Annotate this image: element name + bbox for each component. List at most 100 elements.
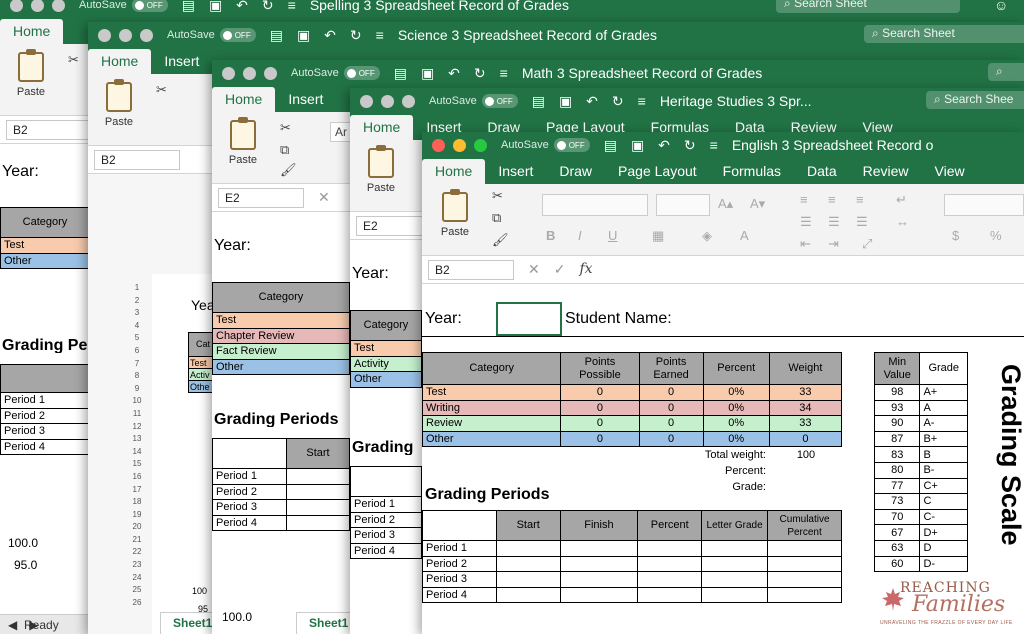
copy-icon[interactable]: ⧉	[280, 142, 289, 158]
points-possible[interactable]: 0	[560, 430, 640, 448]
undo-icon[interactable]: ↶	[324, 27, 336, 44]
fill-color-icon[interactable]: ◈	[702, 228, 712, 244]
minimize-button[interactable]	[31, 0, 44, 12]
category-cell[interactable]: Other	[212, 358, 350, 376]
sidebar-icon[interactable]: ▤	[532, 93, 545, 110]
name-box[interactable]: E2	[218, 187, 304, 208]
category-cell[interactable]: Other	[0, 252, 90, 270]
undo-icon[interactable]: ↶	[658, 137, 670, 154]
tab-home[interactable]: Home	[212, 87, 276, 112]
grade[interactable]: D+	[919, 524, 968, 541]
tab-home[interactable]: Home	[0, 19, 64, 44]
undo-icon[interactable]: ↶	[448, 65, 460, 82]
align-middle-icon[interactable]: ≡	[828, 192, 836, 207]
min-value[interactable]: 70	[873, 508, 921, 526]
underline-icon[interactable]: U	[608, 228, 617, 243]
align-top-icon[interactable]: ≡	[800, 192, 808, 207]
tab-insert[interactable]: Insert	[485, 159, 546, 184]
weight[interactable]: 33	[768, 415, 843, 432]
grade[interactable]: A	[919, 399, 968, 417]
points-earned[interactable]: 0	[638, 415, 704, 432]
search-input[interactable]: ⌕	[988, 63, 1024, 81]
copy-icon[interactable]: ⧉	[492, 210, 501, 226]
autosave-toggle[interactable]: AutoSave OFF	[167, 28, 256, 42]
weight[interactable]: 34	[768, 399, 843, 417]
sidebar-icon[interactable]: ▤	[270, 27, 283, 44]
font-name-select[interactable]	[542, 194, 648, 216]
close-button[interactable]	[432, 138, 445, 152]
name-box[interactable]: B2	[428, 259, 514, 280]
percent[interactable]: 0%	[702, 430, 770, 448]
increase-font-icon[interactable]: A▴	[718, 196, 733, 212]
points-earned[interactable]: 0	[638, 399, 704, 417]
customize-icon[interactable]: ≡	[376, 27, 384, 43]
autosave-toggle[interactable]: AutoSave OFF	[429, 94, 518, 108]
autosave-toggle[interactable]: AutoSave OFF	[79, 0, 168, 12]
align-bottom-icon[interactable]: ≡	[856, 192, 864, 207]
min-value[interactable]: 98	[873, 384, 921, 401]
points-possible[interactable]: 0	[560, 399, 640, 417]
decrease-font-icon[interactable]: A▾	[750, 196, 765, 212]
indent-decrease-icon[interactable]: ⇤	[800, 236, 811, 252]
min-value[interactable]: 93	[873, 399, 921, 417]
sidebar-icon[interactable]: ▤	[604, 137, 617, 154]
search-input[interactable]: ⌕ Search Shee	[926, 91, 1024, 109]
minimize-button[interactable]	[119, 28, 132, 42]
scroll-left-icon[interactable]: ◀	[8, 618, 17, 632]
name-box[interactable]: B2	[94, 149, 180, 170]
paste-button[interactable]: Paste	[8, 49, 54, 98]
cut-icon[interactable]: ✂	[156, 82, 167, 98]
zoom-button[interactable]	[52, 0, 65, 12]
minimize-button[interactable]	[453, 138, 466, 152]
italic-icon[interactable]: I	[578, 228, 582, 243]
min-value[interactable]: 90	[873, 415, 921, 432]
category-cell[interactable]: Activity	[350, 355, 422, 373]
period-label[interactable]: Period 3	[422, 571, 497, 588]
save-icon[interactable]: ▣	[297, 27, 310, 44]
points-possible[interactable]: 0	[560, 384, 640, 401]
selected-cell-b2[interactable]	[496, 302, 562, 336]
sidebar-icon[interactable]: ▤	[394, 65, 407, 82]
zoom-button[interactable]	[402, 94, 415, 108]
bold-icon[interactable]: B	[546, 228, 555, 243]
smiley-icon[interactable]: ☺	[994, 0, 1008, 13]
grade[interactable]: B-	[919, 461, 968, 479]
minimize-button[interactable]	[381, 94, 394, 108]
grade[interactable]: D-	[919, 555, 968, 573]
min-value[interactable]: 73	[873, 493, 921, 510]
undo-icon[interactable]: ↶	[236, 0, 248, 14]
number-format-select[interactable]	[944, 194, 1024, 216]
paste-button[interactable]: Paste	[358, 145, 404, 194]
grade[interactable]: C	[919, 493, 968, 510]
format-painter-icon[interactable]: 🖌	[280, 162, 297, 178]
grade[interactable]: B	[919, 446, 968, 463]
search-input[interactable]: ⌕ Search Sheet	[776, 0, 960, 13]
category-name[interactable]: Test	[422, 384, 562, 401]
font-size-select[interactable]	[656, 194, 710, 216]
tab-draw[interactable]: Draw	[546, 159, 605, 184]
min-value[interactable]: 80	[873, 461, 921, 479]
customize-icon[interactable]: ≡	[710, 137, 718, 153]
function-icon[interactable]: fx	[579, 261, 592, 278]
undo-icon[interactable]: ↶	[586, 93, 598, 110]
cancel-icon[interactable]: ✕	[528, 261, 540, 278]
tab-insert[interactable]: Insert	[275, 87, 336, 112]
cut-icon[interactable]: ✂	[280, 120, 291, 136]
font-color-icon[interactable]: A	[740, 228, 749, 243]
orientation-icon[interactable]: ⤢	[862, 236, 872, 252]
grade[interactable]: D	[919, 539, 968, 557]
cut-icon[interactable]: ✂	[68, 52, 79, 68]
grade[interactable]: C+	[919, 477, 968, 495]
points-earned[interactable]: 0	[638, 384, 704, 401]
category-cell[interactable]: Other	[350, 371, 422, 388]
zoom-button[interactable]	[264, 66, 277, 80]
category-cell[interactable]: Test	[212, 312, 350, 329]
percent[interactable]: 0%	[702, 384, 770, 401]
tab-formulas[interactable]: Formulas	[710, 159, 794, 184]
period-cell[interactable]: Period 2	[350, 511, 422, 529]
grade[interactable]: B+	[919, 430, 968, 448]
borders-icon[interactable]: ▦	[652, 228, 664, 244]
format-painter-icon[interactable]: 🖌	[492, 232, 509, 248]
merge-icon[interactable]: ↔	[896, 214, 909, 229]
customize-icon[interactable]: ≡	[638, 93, 646, 109]
